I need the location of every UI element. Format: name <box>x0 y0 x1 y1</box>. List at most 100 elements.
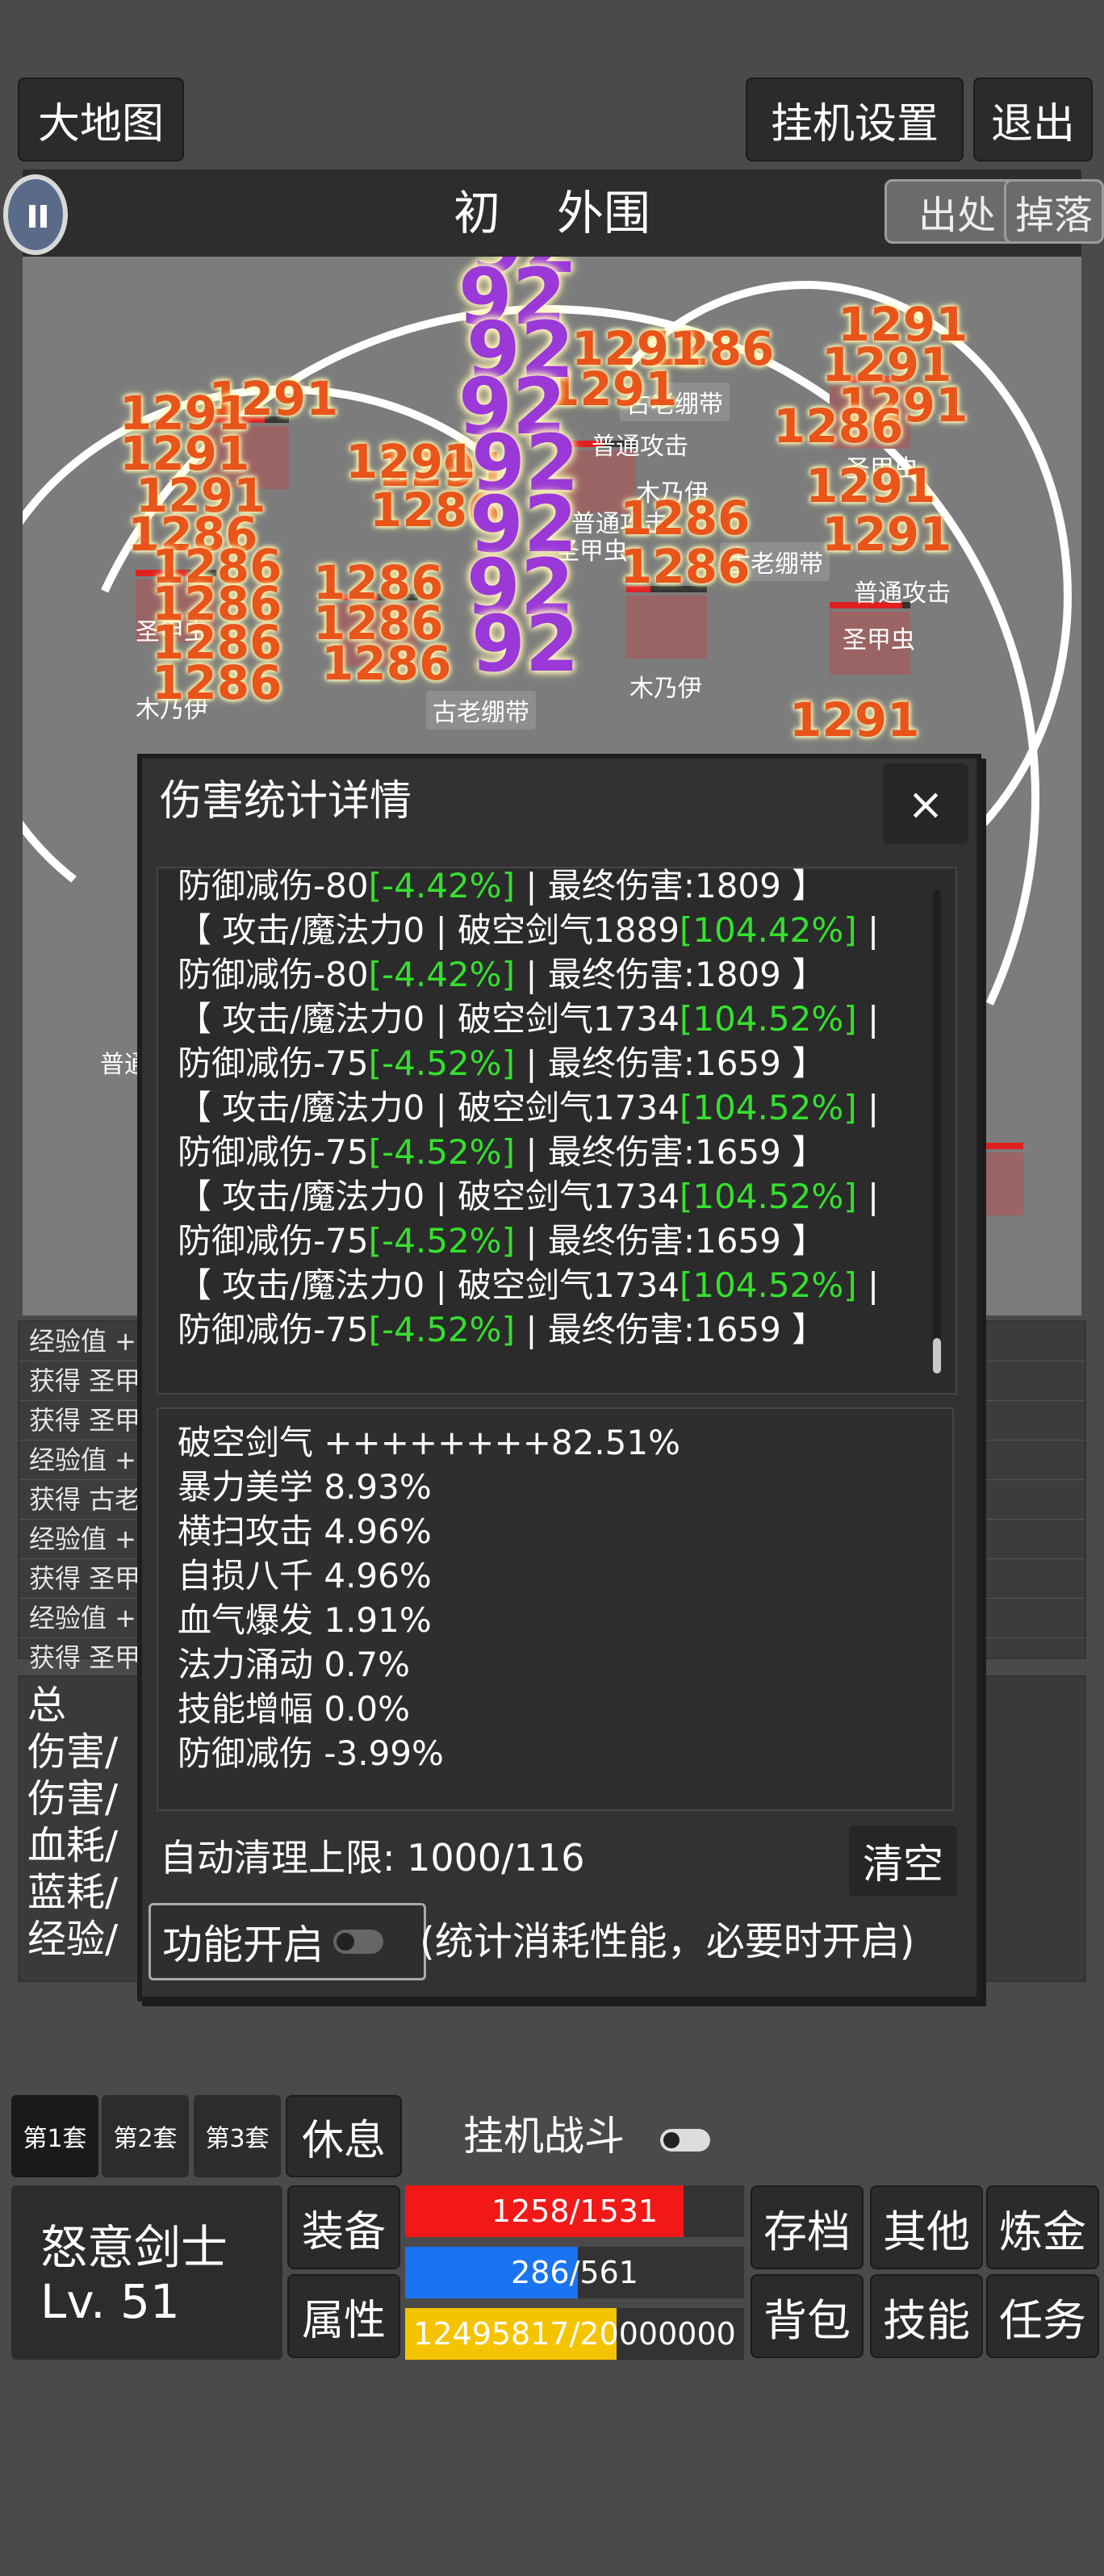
scrollbar-thumb[interactable] <box>933 1338 941 1374</box>
rest-button[interactable]: 休息 <box>286 2095 402 2177</box>
summary-line: 破空剑气 ++++++++82.51% <box>178 1423 681 1462</box>
record-text: 防御减伤-75 <box>178 1043 369 1083</box>
record-pct: [104.52%] <box>679 1177 857 1216</box>
dialog-title: 伤害统计详情 <box>160 777 412 826</box>
idle-fight-label: 挂机战斗 <box>463 2113 625 2160</box>
idle-fight-toggle[interactable] <box>660 2129 710 2152</box>
summary-line: 防御减伤 -3.99% <box>178 1733 444 1773</box>
character-card[interactable]: 怒意剑士 Lv. 51 <box>11 2185 282 2360</box>
record-line: 【 攻击/魔法力0 | 破空剑气1889[104.42%] | <box>178 908 936 952</box>
enemy-label: 普通攻击 <box>854 579 951 608</box>
record-text: 【 攻击/魔法力0 | 破空剑气1734 <box>178 1088 680 1127</box>
hp-text: 1258/1531 <box>491 2193 659 2229</box>
damage-number: 1286 <box>321 636 452 691</box>
record-text: | 最终伤害:1659 】 <box>514 1310 826 1349</box>
record-pct: [-4.42%] <box>368 867 515 905</box>
skills-button[interactable]: 技能 <box>870 2274 983 2358</box>
record-line: 防御减伤-75[-4.52%] | 最终伤害:1659 】 <box>178 1219 936 1263</box>
scrollbar[interactable] <box>933 889 941 1374</box>
damage-number: 1291 <box>822 507 952 562</box>
record-pct: [-4.52%] <box>368 1221 515 1261</box>
record-text: | <box>856 1265 880 1305</box>
damage-number: 1291 <box>345 434 476 489</box>
damage-number: 1286 <box>152 655 282 710</box>
summary-line: 自损八千 4.96% <box>178 1556 432 1595</box>
bag-button[interactable]: 背包 <box>751 2274 864 2358</box>
damage-number: 1291 <box>789 692 920 747</box>
other-button[interactable]: 其他 <box>870 2185 983 2269</box>
damage-summary: 破空剑气 ++++++++82.51% 暴力美学 8.93% 横扫攻击 4.96… <box>157 1407 954 1811</box>
quest-button[interactable]: 任务 <box>986 2274 1099 2358</box>
records-list: 防御减伤-80[-4.42%] | 最终伤害:1809 】 【 攻击/魔法力0 … <box>178 867 936 1352</box>
save-button[interactable]: 存档 <box>751 2185 864 2269</box>
close-icon[interactable]: × <box>883 763 968 844</box>
toggle-switch-icon[interactable] <box>333 1930 383 1954</box>
record-text: 【 攻击/魔法力0 | 破空剑气1734 <box>178 1265 680 1305</box>
damage-records[interactable]: 防御减伤-80[-4.42%] | 最终伤害:1809 】 【 攻击/魔法力0 … <box>157 867 957 1395</box>
record-text: 【 攻击/魔法力0 | 破空剑气1734 <box>178 999 680 1039</box>
record-pct: [-4.42%] <box>368 955 515 994</box>
alchemy-button[interactable]: 炼金 <box>986 2185 1099 2269</box>
record-text: | <box>856 910 880 950</box>
enemy-label: 古老绷带 <box>426 691 536 730</box>
hp-bar: 1258/1531 <box>405 2185 744 2237</box>
record-pct: [-4.52%] <box>368 1132 515 1172</box>
record-text: | 最终伤害:1809 】 <box>514 955 826 994</box>
record-line: 防御减伤-75[-4.52%] | 最终伤害:1659 】 <box>178 1130 936 1174</box>
damage-number: 1286 <box>773 399 904 454</box>
record-text: 防御减伤-80 <box>178 955 369 994</box>
record-pct: [104.42%] <box>679 910 857 950</box>
idle-settings-button[interactable]: 挂机设置 <box>746 77 964 161</box>
world-map-button[interactable]: 大地图 <box>18 77 184 161</box>
exit-button[interactable]: 退出 <box>973 77 1093 161</box>
character-name: 怒意剑士 <box>40 2220 228 2275</box>
record-text: | <box>856 1177 880 1216</box>
xp-bar: 12495817/20000000 <box>405 2308 744 2360</box>
summary-line: 法力涌动 0.7% <box>178 1645 411 1684</box>
record-line: 【 攻击/魔法力0 | 破空剑气1734[104.52%] | <box>178 997 936 1041</box>
record-text: | 最终伤害:1659 】 <box>514 1221 826 1261</box>
summary-line: 横扫攻击 4.96% <box>178 1512 432 1551</box>
enemy-label: 圣甲虫 <box>843 626 915 654</box>
set-1-button[interactable]: 第1套 <box>11 2095 98 2177</box>
record-pct: [104.52%] <box>679 999 857 1039</box>
record-text: 防御减伤-80 <box>178 867 369 905</box>
set-2-button[interactable]: 第2套 <box>102 2095 189 2177</box>
record-text: 防御减伤-75 <box>178 1310 369 1349</box>
record-text: | 最终伤害:1659 】 <box>514 1132 826 1172</box>
record-line: 防御减伤-75[-4.52%] | 最终伤害:1659 】 <box>178 1041 936 1085</box>
enemy-label: 普通攻击 <box>592 433 688 461</box>
drop-button[interactable]: 掉落 <box>1004 179 1104 244</box>
record-text: | <box>856 999 880 1039</box>
damage-number: 1286 <box>620 539 751 594</box>
record-text: 【 攻击/魔法力0 | 破空剑气1889 <box>178 910 680 950</box>
record-text: 防御减伤-75 <box>178 1132 369 1172</box>
area-title-bar: 初外围 出处 掉落 <box>3 169 1104 257</box>
enemy[interactable] <box>626 586 707 659</box>
record-line: 【 攻击/魔法力0 | 破空剑气1734[104.52%] | <box>178 1174 936 1219</box>
pause-icon[interactable] <box>3 174 68 255</box>
damage-number: 1286 <box>620 491 751 546</box>
xp-text: 12495817/20000000 <box>413 2316 736 2352</box>
record-line: 防御减伤-75[-4.52%] | 最终伤害:1659 】 <box>178 1307 936 1352</box>
feature-note: (统计消耗性能，必要时开启) <box>420 1919 915 1964</box>
mp-bar: 286/561 <box>405 2247 744 2298</box>
summary-line: 技能增幅 0.0% <box>178 1689 411 1729</box>
record-text: 【 攻击/魔法力0 | 破空剑气1734 <box>178 1177 680 1216</box>
record-text: | <box>856 1088 880 1127</box>
set-3-button[interactable]: 第3套 <box>194 2095 281 2177</box>
record-text: | 最终伤害:1659 】 <box>514 1043 826 1083</box>
character-level: Lv. 51 <box>40 2274 180 2329</box>
enemy-label: 木乃伊 <box>629 675 702 703</box>
record-line: 防御减伤-80[-4.42%] | 最终伤害:1809 】 <box>178 952 936 997</box>
record-line: 防御减伤-80[-4.42%] | 最终伤害:1809 】 <box>178 867 936 908</box>
record-pct: [-4.52%] <box>368 1310 515 1349</box>
auto-clear-limit: 自动清理上限: 1000/116 <box>160 1836 585 1880</box>
summary-line: 暴力美学 8.93% <box>178 1467 432 1507</box>
damage-number-big: 92 <box>471 599 579 689</box>
record-pct: [-4.52%] <box>368 1043 515 1083</box>
feature-toggle[interactable]: 功能开启 <box>148 1903 426 1980</box>
attributes-button[interactable]: 属性 <box>287 2274 400 2358</box>
clear-button[interactable]: 清空 <box>849 1825 957 1896</box>
equipment-button[interactable]: 装备 <box>287 2185 400 2269</box>
